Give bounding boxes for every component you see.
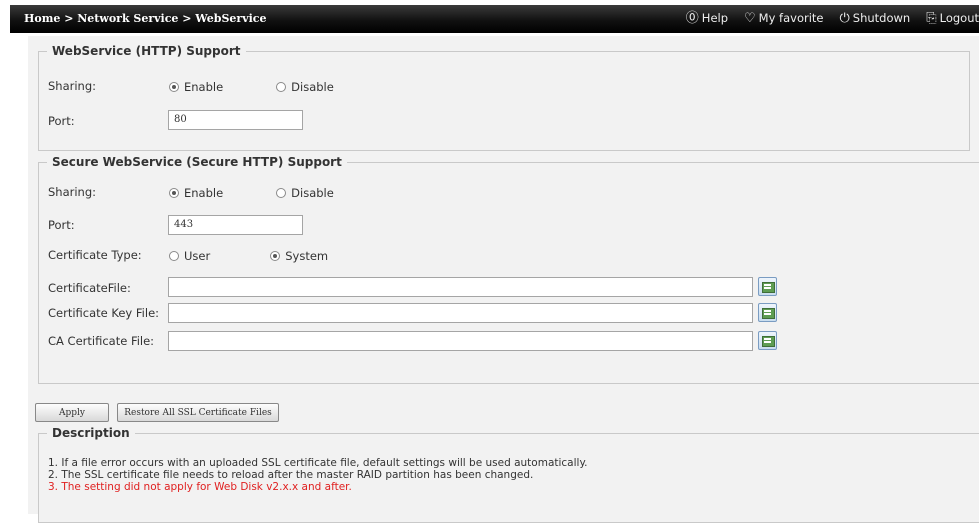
cert-type-label: Certificate Type: xyxy=(48,248,142,262)
http-port-label: Port: xyxy=(48,114,75,128)
help-icon: ⓪ xyxy=(685,10,699,26)
top-links: ⓪ Help ♡ My favorite ⏻ Shutdown ⎘ Logout xyxy=(686,11,979,25)
http-enable-radio-dot[interactable] xyxy=(169,82,179,92)
help-link[interactable]: ⓪ Help xyxy=(686,11,728,25)
logout-label: Logout xyxy=(939,11,979,25)
breadcrumb: Home > Network Service > WebService xyxy=(24,12,267,25)
favorite-icon: ♡ xyxy=(744,10,756,26)
logout-icon: ⎘ xyxy=(926,10,937,26)
https-sharing-radios: Enable Disable xyxy=(169,186,334,200)
cert-user-label: User xyxy=(184,249,211,263)
cert-system-radio-dot[interactable] xyxy=(270,251,281,261)
description-legend: Description xyxy=(52,426,130,440)
apply-button[interactable]: Apply xyxy=(35,403,109,422)
http-support-group: WebService (HTTP) Support xyxy=(38,44,970,151)
http-sharing-radios: Enable Disable xyxy=(169,80,334,94)
favorite-label: My favorite xyxy=(758,11,824,25)
favorite-link[interactable]: ♡ My favorite xyxy=(744,11,823,25)
content-panel: WebService (HTTP) Support Sharing: Enabl… xyxy=(28,36,979,523)
ca-cert-file-input[interactable] xyxy=(168,331,753,351)
shutdown-link[interactable]: ⏻ Shutdown xyxy=(840,11,911,25)
power-icon: ⏻ xyxy=(839,10,850,26)
https-enable-label: Enable xyxy=(184,186,224,200)
cert-file-label: CertificateFile: xyxy=(48,281,131,295)
https-support-legend: Secure WebService (Secure HTTP) Support xyxy=(52,155,342,169)
cert-key-file-input[interactable] xyxy=(168,303,753,323)
ca-cert-browse-icon[interactable] xyxy=(758,331,777,350)
https-enable-radio-dot[interactable] xyxy=(169,188,179,198)
restore-ssl-button[interactable]: Restore All SSL Certificate Files xyxy=(117,403,279,422)
http-sharing-label: Sharing: xyxy=(48,79,97,93)
logout-link[interactable]: ⎘ Logout xyxy=(926,11,979,25)
cert-file-browse-icon[interactable] xyxy=(758,277,777,296)
http-enable-label: Enable xyxy=(184,80,224,94)
http-disable-radio[interactable]: Disable xyxy=(276,80,334,94)
ca-cert-file-label: CA Certificate File: xyxy=(48,334,155,348)
http-support-legend: WebService (HTTP) Support xyxy=(52,44,241,58)
http-port-input[interactable]: 80 xyxy=(168,110,303,130)
http-enable-radio[interactable]: Enable xyxy=(169,80,223,94)
https-disable-radio-dot[interactable] xyxy=(276,188,287,198)
https-port-label: Port: xyxy=(48,218,75,232)
cert-type-radios: User System xyxy=(169,249,328,263)
http-disable-radio-dot[interactable] xyxy=(276,82,287,92)
description-line-2: 2. The SSL certificate file needs to rel… xyxy=(48,469,534,481)
https-sharing-label: Sharing: xyxy=(48,185,97,199)
https-port-input[interactable]: 443 xyxy=(168,215,303,235)
description-line-1: 1. If a file error occurs with an upload… xyxy=(48,457,588,469)
cert-key-file-label: Certificate Key File: xyxy=(48,306,160,320)
http-disable-label: Disable xyxy=(291,80,334,94)
cert-user-radio-dot[interactable] xyxy=(169,251,179,261)
cert-system-label: System xyxy=(285,249,329,263)
cert-key-browse-icon[interactable] xyxy=(758,303,777,322)
top-bar: Home > Network Service > WebService ⓪ He… xyxy=(10,5,979,33)
cert-file-input[interactable] xyxy=(168,277,753,297)
cert-user-radio[interactable]: User xyxy=(169,249,210,263)
https-disable-radio[interactable]: Disable xyxy=(276,186,334,200)
shutdown-label: Shutdown xyxy=(852,11,911,25)
https-disable-label: Disable xyxy=(291,186,334,200)
help-label: Help xyxy=(701,11,729,25)
https-enable-radio[interactable]: Enable xyxy=(169,186,223,200)
cert-system-radio[interactable]: System xyxy=(270,249,328,263)
description-line-3: 3. The setting did not apply for Web Dis… xyxy=(48,481,352,493)
